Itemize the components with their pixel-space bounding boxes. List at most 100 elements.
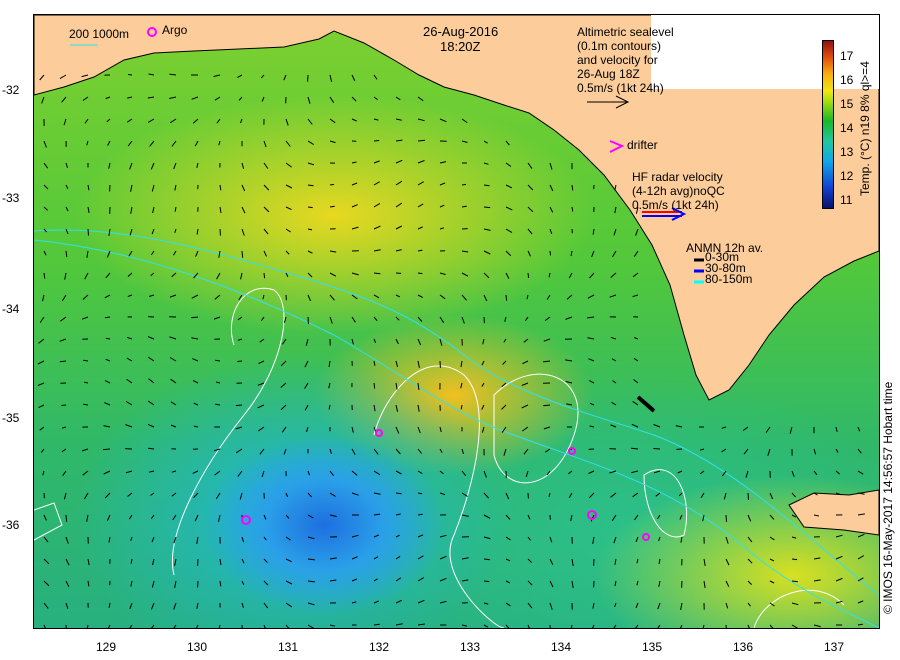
velocity-arrow [43,162,49,169]
velocity-arrow [263,206,270,213]
velocity-arrow [721,426,727,429]
velocity-arrow [589,380,595,384]
velocity-arrow [769,536,775,541]
velocity-arrow [633,379,639,384]
argo-float-marker [375,429,383,437]
velocity-arrow [280,382,287,388]
velocity-arrow [65,514,68,522]
velocity-arrow [285,140,291,147]
velocity-arrow [147,96,155,99]
velocity-arrow [613,624,617,628]
velocity-arrow [395,180,403,186]
colorbar-tick: 15 [840,97,854,111]
velocity-arrow [43,140,47,148]
velocity-arrow [612,380,617,384]
velocity-arrow [63,118,67,126]
velocity-arrow [677,470,683,474]
velocity-arrow [658,580,661,587]
copyright-text: © IMOS 16-May-2017 14:56:57 Hobart time [881,381,895,614]
velocity-arrow [657,624,661,628]
contour-line [172,287,285,576]
y-tick-label: -36 [2,518,20,532]
velocity-arrow [461,205,467,208]
velocity-arrow [259,338,265,343]
velocity-arrow [461,294,467,301]
velocity-arrow [543,404,551,407]
velocity-arrow [65,250,68,258]
velocity-arrow [769,558,775,562]
velocity-arrow [213,316,221,320]
velocity-arrow [483,272,490,279]
velocity-arrow [241,536,245,543]
velocity-arrow [505,536,511,541]
velocity-arrow [461,140,468,143]
velocity-arrow [545,448,551,453]
velocity-arrow [240,118,243,124]
velocity-arrow [632,272,639,278]
velocity-arrow [148,447,155,450]
velocity-arrow [351,448,356,455]
velocity-arrow [43,580,50,587]
velocity-arrow [87,206,90,213]
velocity-arrow [591,624,595,628]
velocity-arrow [39,426,45,431]
velocity-arrow [680,536,683,543]
velocity-arrow [241,162,245,169]
velocity-arrow [747,558,753,564]
velocity-arrow [329,272,337,277]
velocity-arrow [549,184,554,192]
velocity-arrow [329,514,337,517]
velocity-arrow [611,250,617,258]
velocity-arrow [505,162,512,167]
velocity-arrow [214,294,221,300]
velocity-arrow [219,580,222,587]
velocity-arrow [196,162,199,169]
velocity-arrow [747,602,751,607]
velocity-arrow [329,448,332,455]
velocity-arrow [483,558,490,561]
velocity-arrow [218,624,221,628]
velocity-arrow [104,380,111,384]
velocity-arrow [64,272,67,280]
velocity-arrow [483,514,491,519]
velocity-arrow [461,118,468,124]
hf-radar-legend: HF radar velocity (4-12h avg)noQC 0.5m/s… [632,170,725,212]
velocity-arrow [61,426,67,429]
velocity-arrow [351,161,357,164]
velocity-arrow [151,228,155,235]
velocity-arrow [679,624,683,628]
velocity-arrow [307,492,312,498]
velocity-arrow [417,226,424,230]
velocity-arrow [103,425,111,428]
velocity-arrow [505,206,513,211]
velocity-arrow [566,294,573,300]
velocity-arrow [417,272,423,275]
velocity-arrow [439,316,445,324]
velocity-arrow [373,404,376,412]
velocity-arrow [104,294,111,299]
velocity-arrow [505,272,510,279]
velocity-arrow [675,425,683,428]
velocity-arrow [61,404,67,406]
velocity-arrow [373,470,381,476]
velocity-arrow [546,294,551,300]
velocity-arrow [527,536,531,541]
velocity-arrow [351,118,357,122]
velocity-arrow [258,426,265,432]
velocity-arrow [565,316,573,320]
velocity-arrow [835,577,843,582]
velocity-arrow [65,206,69,212]
velocity-arrow [543,426,551,430]
velocity-arrow [373,448,379,455]
velocity-arrow [505,492,510,500]
velocity-arrow [592,536,595,544]
velocity-arrow [373,382,376,389]
velocity-arrow [103,448,111,451]
velocity-arrow [439,577,447,582]
velocity-arrow [83,492,89,500]
velocity-arrow [329,183,335,186]
velocity-arrow [263,580,269,586]
velocity-arrow [329,250,337,253]
velocity-arrow [417,118,425,122]
velocity-arrow [86,514,89,522]
